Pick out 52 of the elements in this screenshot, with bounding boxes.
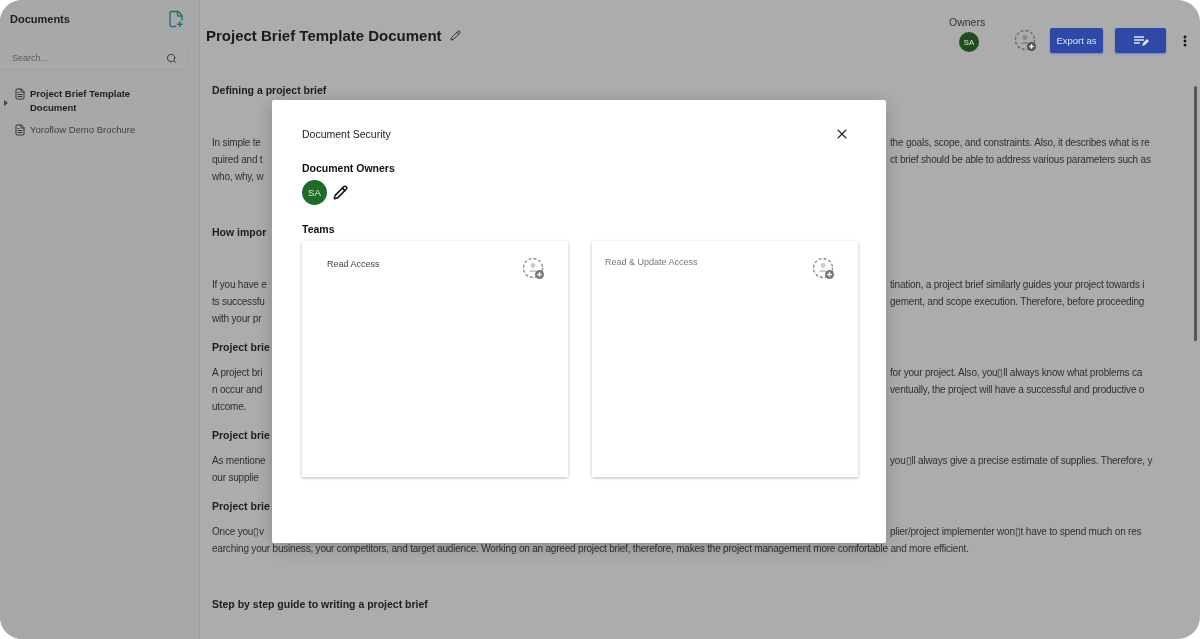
paragraph-text: gement, and scope execution. Therefore, before proceeding [890,296,1145,307]
paragraph-text: In simple te [212,137,261,148]
sidebar-title: Documents [10,13,70,25]
paragraph-text: the goals, scope, and constraints. Also, it describes what is re [890,137,1150,148]
owners-heading: Document Owners [302,162,396,174]
paragraph-text: Once you▯v [212,526,264,537]
document-item[interactable]: Yoroflow Demo Brochure [30,123,140,137]
section-heading: Project brie [212,341,270,353]
document-icon [14,88,26,100]
export-button[interactable]: Export as [1050,28,1103,53]
section-heading: Step by step guide to writing a project brief [212,598,428,610]
edit-button[interactable] [1115,28,1166,53]
new-document-icon[interactable] [167,10,185,28]
section-heading: Defining a project brief [212,84,327,96]
paragraph-text: ct brief should be able to address various parameters such as [890,154,1151,165]
paragraph-text: If you have e [212,279,267,290]
paragraph-text: ventually, the project will have a successful and productive o [890,384,1145,395]
paragraph-text: n occur and [212,384,263,395]
paragraph-text: for your project. Also, you▯ll always know what problems ca [890,367,1143,378]
section-heading: How impor [212,226,267,238]
section-heading: Project brie [212,500,270,512]
paragraph-text: ts successfu [212,296,265,307]
paragraph-text: A project bri [212,367,263,378]
paragraph-text: earching your business, your competitors, and target audience. Working on an agreed project brief, therefore, makes the project management more comfortable and more efficient. [212,543,969,554]
paragraph-text: tination, a project brief similarly guides your project towards i [890,279,1145,290]
paragraph-text: utcome. [212,401,247,412]
paragraph-text: As mentione [212,455,266,466]
caret-icon[interactable] [4,100,8,106]
paragraph-text: with your pr [212,313,262,324]
search-field[interactable]: Search... [12,47,166,69]
dialog-title: Document Security [302,128,391,140]
document-icon [14,124,26,136]
add-person-icon[interactable] [522,257,546,281]
owner-avatar[interactable]: SA [302,180,327,205]
paragraph-text: our supplie [212,472,259,483]
document-title: Project Brief Template Document [206,27,442,44]
section-heading: Project brie [212,429,270,441]
add-person-icon[interactable] [1014,28,1038,53]
edit-list-icon [1132,34,1149,47]
paragraph-text: quired and t [212,154,263,165]
document-item[interactable]: Project Brief Template Document [30,87,140,115]
scrollbar[interactable] [1194,86,1197,341]
team-access-label: Read & Update Access [605,257,698,267]
team-access-label: Read Access [327,259,380,269]
search-icon[interactable] [166,52,177,64]
paragraph-text: who, why, w [212,171,264,182]
edit-icon[interactable] [333,185,348,200]
owners-label: Owners [949,16,986,28]
paragraph-text: plier/project implementer won▯t have to spend much on res [890,526,1142,537]
add-person-icon[interactable] [812,257,836,281]
teams-heading: Teams [302,223,336,235]
paragraph-text: you▯ll always give a precise estimate of supplies. Therefore, y [890,455,1153,466]
